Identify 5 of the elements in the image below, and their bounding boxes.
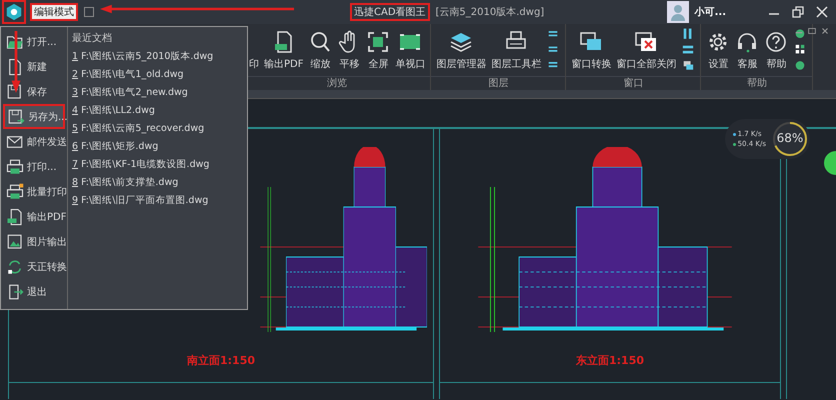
app-name: 迅捷CAD看图王 xyxy=(350,3,430,21)
file-name: [云南5_2010版本.dwg] xyxy=(436,6,544,19)
drawing-caption: 南立面1:150 xyxy=(186,353,255,368)
drawing-caption: 东立面1:150 xyxy=(576,353,644,368)
recent-documents-title: 最近文档 xyxy=(72,32,113,46)
